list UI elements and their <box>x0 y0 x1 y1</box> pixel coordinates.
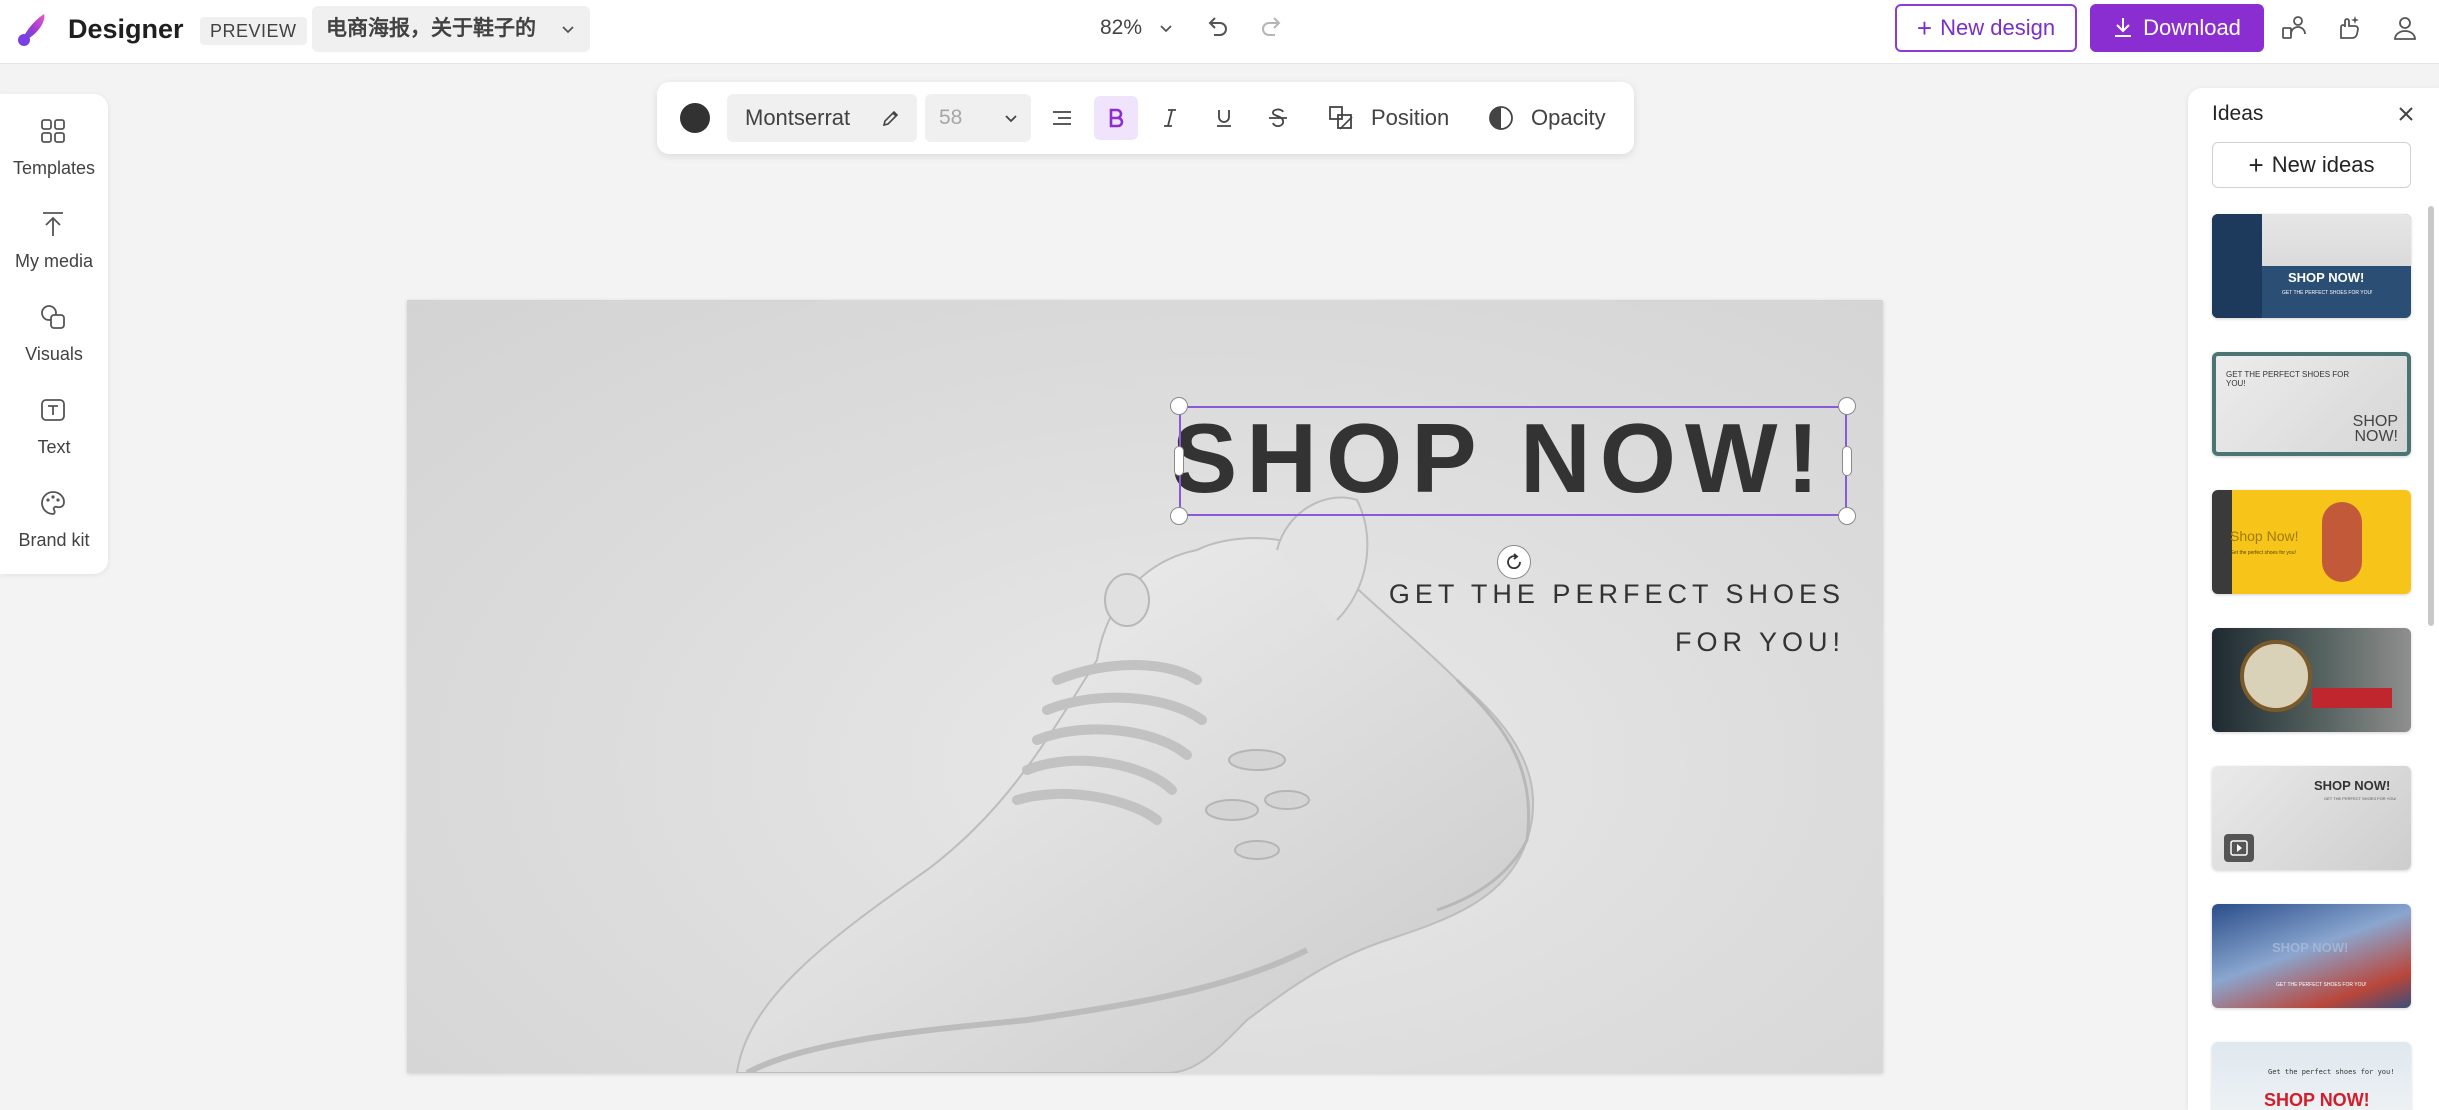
resize-handle[interactable] <box>1170 397 1188 415</box>
undo-icon[interactable] <box>1203 14 1231 42</box>
idea-thumbnail[interactable]: Get the perfect shoes for you! SHOP NOW! <box>2212 1042 2411 1110</box>
align-right-icon <box>1053 111 1071 125</box>
share-people-icon[interactable] <box>2278 12 2310 44</box>
rail-item-my-media[interactable]: My media <box>0 187 108 277</box>
font-family-value: Montserrat <box>745 105 851 130</box>
thumb-subtitle: GET THE PERFECT SHOES FOR YOU! <box>2276 982 2367 988</box>
chevron-down-icon <box>562 26 574 34</box>
rail-label: Templates <box>12 158 96 178</box>
thumb-headline: Shop Now! <box>2230 528 2299 544</box>
ideas-scrollbar[interactable] <box>2428 206 2434 626</box>
rail-item-brand-kit[interactable]: Brand kit <box>0 466 108 556</box>
download-label: Download <box>2143 15 2241 40</box>
rail-label: Visuals <box>25 344 83 364</box>
position-icon <box>1329 106 1353 130</box>
magic-hand-icon[interactable] <box>2333 12 2365 44</box>
rail-item-templates[interactable]: Templates <box>0 94 108 184</box>
rail-label: Text <box>37 437 71 457</box>
thumb-subtitle: Get the perfect shoes for you! <box>2268 1068 2395 1076</box>
idea-thumbnail[interactable]: SHOP NOW! GET THE PERFECT SHOES FOR YOU! <box>2212 214 2411 318</box>
document-title: 电商海报，关于鞋子的 <box>326 17 536 40</box>
thumb-headline: SHOP NOW! <box>2288 270 2365 285</box>
redo-icon[interactable] <box>1258 14 1286 42</box>
strikethrough-button[interactable] <box>1256 96 1300 140</box>
ideas-title: Ideas <box>2212 102 2264 125</box>
design-canvas[interactable]: SHOP NOW! GET THE PERFECT SHOES FOR YOU! <box>407 300 1883 1073</box>
chevron-down-icon <box>1005 115 1017 123</box>
opacity-icon <box>1489 106 1513 130</box>
selection-box <box>1179 406 1847 516</box>
position-button[interactable]: Position <box>1327 96 1457 140</box>
visuals-icon <box>41 305 65 329</box>
pencil-icon <box>882 110 899 127</box>
bold-button[interactable] <box>1094 96 1138 140</box>
subtitle-text[interactable]: GET THE PERFECT SHOES FOR YOU! <box>1325 570 1845 666</box>
thumb-subtitle: GET THE PERFECT SHOES FOR YOU! <box>2282 290 2373 296</box>
app-name: Designer <box>68 14 184 44</box>
rotate-icon <box>1507 553 1521 570</box>
resize-handle[interactable] <box>1838 397 1856 415</box>
new-ideas-label: New ideas <box>2271 152 2375 177</box>
plus-icon: + <box>2248 150 2264 180</box>
upload-icon <box>43 212 63 236</box>
thumb-headline: SHOP NOW! <box>2272 940 2349 955</box>
thumb-headline: SHOP NOW! <box>2264 1090 2370 1110</box>
idea-thumbnail[interactable]: SHOP NOW! GET THE PERFECT SHOES FOR YOU! <box>2212 904 2411 1008</box>
idea-thumbnail[interactable]: SHOP NOW! GET THE PERFECT SHOES FOR YOU! <box>2212 766 2411 870</box>
position-label: Position <box>1371 105 1450 130</box>
left-rail: Templates My media Visuals Text Brand ki… <box>0 94 108 574</box>
thumb-subtitle: GET THE PERFECT SHOES FOR YOU! <box>2324 796 2397 801</box>
account-icon[interactable] <box>2389 12 2421 44</box>
thumb-headline: SHOP NOW! <box>2352 413 2398 445</box>
top-bar: Designer PREVIEW 电商海报，关于鞋子的 82% + New des… <box>0 0 2439 64</box>
chevron-down-icon <box>1160 25 1172 33</box>
font-family-picker[interactable]: Montserrat <box>727 94 917 142</box>
designer-logo-icon[interactable] <box>14 10 54 50</box>
close-icon[interactable] <box>2394 102 2418 126</box>
rail-item-text[interactable]: Text <box>0 373 108 463</box>
video-icon <box>2224 834 2254 862</box>
document-title-dropdown[interactable]: 电商海报，关于鞋子的 <box>312 6 590 52</box>
font-size-value: 58 <box>939 106 963 129</box>
align-button[interactable] <box>1040 96 1084 140</box>
underline-icon <box>1217 110 1231 127</box>
strikethrough-icon <box>1269 108 1287 128</box>
bold-icon <box>1109 108 1124 128</box>
idea-thumbnail[interactable] <box>2212 628 2411 732</box>
text-color-swatch[interactable] <box>680 103 710 133</box>
font-size-picker[interactable]: 58 <box>925 94 1031 142</box>
download-button[interactable]: Download <box>2090 4 2264 52</box>
opacity-label: Opacity <box>1531 105 1606 130</box>
rail-label: My media <box>14 251 94 271</box>
rail-item-visuals[interactable]: Visuals <box>0 280 108 370</box>
zoom-level: 82% <box>1100 16 1143 39</box>
side-resize-handle[interactable] <box>1174 446 1184 476</box>
italic-button[interactable] <box>1148 96 1192 140</box>
idea-thumbnail[interactable]: GET THE PERFECT SHOES FOR YOU! SHOP NOW! <box>2212 352 2411 456</box>
templates-icon <box>41 119 65 143</box>
resize-handle[interactable] <box>1838 507 1856 525</box>
new-design-button[interactable]: + New design <box>1895 4 2077 52</box>
thumb-subtitle: GET THE PERFECT SHOES FOR YOU! <box>2226 370 2350 388</box>
preview-badge: PREVIEW <box>200 17 307 45</box>
new-design-label: New design <box>1940 15 2056 40</box>
thumb-headline: SHOP NOW! <box>2314 778 2391 793</box>
new-ideas-button[interactable]: + New ideas <box>2212 142 2411 188</box>
download-icon <box>2115 18 2132 37</box>
opacity-button[interactable]: Opacity <box>1487 96 1617 140</box>
side-resize-handle[interactable] <box>1842 446 1852 476</box>
thumb-subtitle: Get the perfect shoes for you! <box>2230 550 2296 556</box>
ideas-panel: Ideas + New ideas SHOP NOW! GET THE PERFE… <box>2188 88 2439 1110</box>
idea-thumbnail[interactable]: Shop Now! Get the perfect shoes for you! <box>2212 490 2411 594</box>
italic-icon <box>1164 109 1176 127</box>
text-format-toolbar: Montserrat 58 Position Opacity <box>657 82 1634 154</box>
resize-handle[interactable] <box>1170 507 1188 525</box>
text-icon <box>41 399 65 421</box>
underline-button[interactable] <box>1202 96 1246 140</box>
rail-label: Brand kit <box>18 530 90 550</box>
palette-icon <box>41 491 65 515</box>
zoom-dropdown[interactable]: 82% <box>1100 10 1174 46</box>
plus-icon: + <box>1916 13 1933 43</box>
